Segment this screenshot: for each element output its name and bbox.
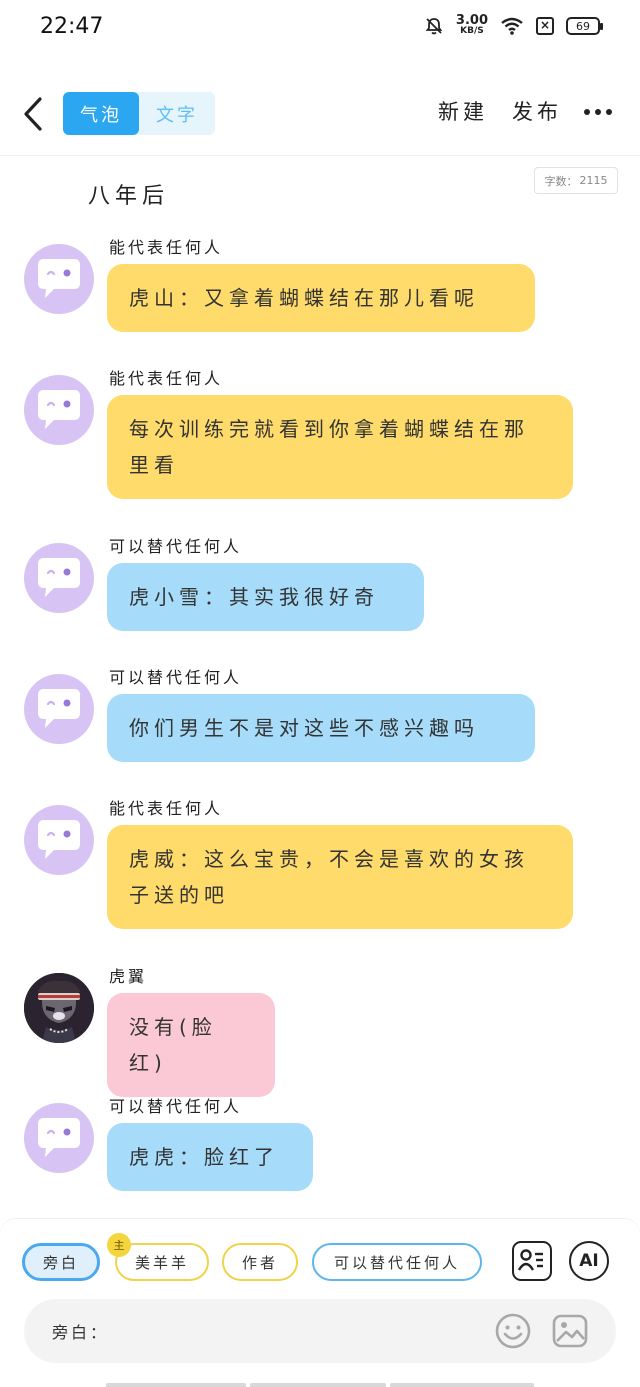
battery-icon: 69 [566,17,603,35]
chat-bubble-face-icon [38,1118,80,1157]
role-chip-narrator[interactable]: 旁白 [22,1243,100,1281]
message-bubble[interactable]: 你们男生不是对这些不感兴趣吗 [107,694,535,762]
bell-muted-icon [425,18,443,35]
word-count-badge: 字数： 2115 [534,167,618,194]
word-count-label: 字数： [544,174,578,188]
avatar[interactable] [24,805,94,875]
avatar[interactable] [24,674,94,744]
chat-bubble-face-icon [38,390,80,429]
sender-name: 可以替代任何人 [109,537,243,556]
avatar[interactable] [24,244,94,314]
status-time: 22:47 [40,14,104,39]
role-chip-replace-anyone[interactable]: 可以替代任何人 [312,1243,482,1281]
smiley-icon [495,1313,531,1349]
wifi-icon [501,17,523,35]
role-chip-label: 作者 [241,1253,278,1272]
chevron-left-icon [24,97,42,131]
tab-bubble[interactable]: 气泡 [63,92,139,135]
role-chip-label: 美羊羊 [134,1253,189,1272]
network-speed: 3.00 KB/S [455,13,488,36]
sender-name: 可以替代任何人 [109,668,243,687]
network-speed-value: 3.00 [455,13,488,28]
scroll-indicator [250,1383,386,1387]
emoji-button[interactable] [494,1312,532,1350]
message-bubble[interactable]: 虎小雪：其实我很好奇 [107,563,424,631]
sender-name: 能代表任何人 [109,799,224,818]
more-dot-icon [606,109,612,115]
chapter-title[interactable]: 八年后 [88,178,169,210]
tiger-character-avatar-icon [24,973,94,1043]
more-dot-icon [584,109,590,115]
no-sim-icon: × [536,17,554,35]
main-role-badge: 主 [107,1233,131,1257]
back-button[interactable] [16,94,52,134]
message-bubble[interactable]: 没有(脸红) [107,993,275,1097]
network-speed-unit: KB/S [460,26,484,36]
image-button[interactable] [551,1312,589,1350]
role-chip-label: 旁白 [42,1253,79,1272]
new-button[interactable]: 新建 [438,96,488,126]
more-dot-icon [595,109,601,115]
scroll-indicator [390,1383,534,1387]
avatar-photo[interactable] [24,973,94,1043]
status-bar: 22:47 3.00 KB/S × 69 [0,0,640,56]
more-options-button[interactable] [584,109,612,115]
input-label: 旁白： [52,1323,110,1342]
message-bubble[interactable]: 虎山：又拿着蝴蝶结在那儿看呢 [107,264,535,332]
chat-bubble-face-icon [38,259,80,298]
top-nav: 气泡 文字 新建 发布 [0,80,640,156]
sender-name: 虎翼 [109,967,148,986]
sender-name: 可以替代任何人 [109,1097,243,1116]
sender-name: 能代表任何人 [109,369,224,388]
message-bubble[interactable]: 虎威：这么宝贵，不会是喜欢的女孩子送的吧 [107,825,573,929]
message-bubble[interactable]: 虎虎：脸红了 [107,1123,313,1191]
mode-toggle: 气泡 文字 [63,92,215,135]
message-bubble[interactable]: 每次训练完就看到你拿着蝴蝶结在那里看 [107,395,573,499]
image-icon [552,1314,588,1348]
role-manager-button[interactable] [512,1241,552,1281]
ai-button[interactable]: AI [569,1241,609,1281]
chat-bubble-face-icon [38,689,80,728]
composer-panel: 旁白 主 美羊羊 作者 可以替代任何人 AI 旁白： [0,1218,640,1387]
status-icons: 3.00 KB/S × 69 [424,13,603,36]
role-chip-meiyangyang[interactable]: 主 美羊羊 [107,1233,209,1281]
tab-text[interactable]: 文字 [139,92,215,135]
publish-button[interactable]: 发布 [512,96,562,126]
word-count-value: 2115 [579,174,608,187]
avatar[interactable] [24,543,94,613]
scroll-indicator [106,1383,246,1387]
chat-bubble-face-icon [38,558,80,597]
narration-input[interactable]: 旁白： [24,1299,616,1363]
role-chip-label: 可以替代任何人 [333,1253,460,1272]
sender-name: 能代表任何人 [109,238,224,257]
avatar[interactable] [24,375,94,445]
chat-bubble-face-icon [38,820,80,859]
avatar[interactable] [24,1103,94,1173]
contact-card-icon [517,1249,543,1271]
role-chip-author[interactable]: 作者 [222,1243,298,1281]
